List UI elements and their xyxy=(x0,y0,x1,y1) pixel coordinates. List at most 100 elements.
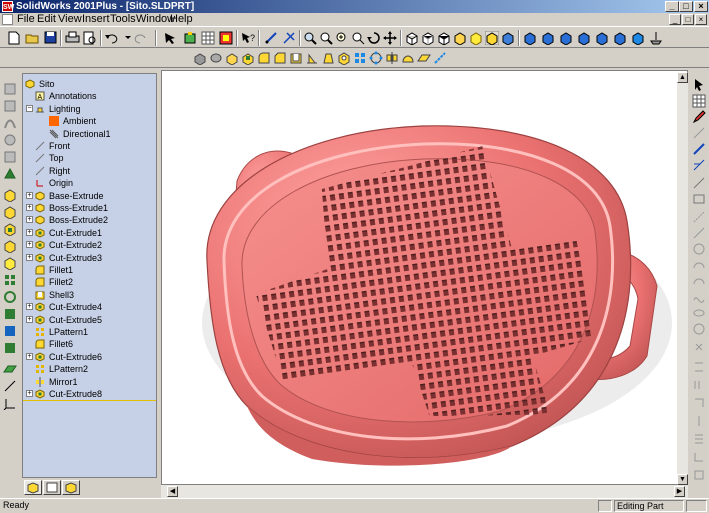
sketch-pencil-icon[interactable] xyxy=(692,110,706,124)
tree-item-lighting[interactable]: − Lighting xyxy=(23,103,156,115)
front-view-icon[interactable] xyxy=(522,30,538,45)
circular-step-icon[interactable] xyxy=(692,450,706,464)
expand-icon[interactable]: + xyxy=(26,315,33,323)
scroll-down-button[interactable]: ▼ xyxy=(677,474,688,485)
tree-item-cut-extrude8[interactable]: + Cut-Extrude8 xyxy=(23,388,156,400)
tree-item-cut-extrude6[interactable]: + Cut-Extrude6 xyxy=(23,351,156,363)
extend-icon[interactable] xyxy=(692,378,706,392)
line-sketch-icon[interactable] xyxy=(692,226,706,240)
part-model-sieve[interactable] xyxy=(162,71,688,485)
graphics-area[interactable] xyxy=(161,70,688,485)
display-relations-icon[interactable] xyxy=(692,158,706,172)
circular-pattern-feature-icon[interactable] xyxy=(3,290,17,304)
hidden-lines-removed-icon[interactable] xyxy=(436,30,452,45)
back-view-icon[interactable] xyxy=(540,30,556,45)
shaded-icon[interactable] xyxy=(468,30,484,45)
cut-feature-icon[interactable] xyxy=(3,222,17,237)
ellipse-icon[interactable] xyxy=(692,306,706,320)
zoom-selection-icon[interactable] xyxy=(350,30,366,45)
plane-feature-icon[interactable] xyxy=(3,362,17,376)
expand-icon[interactable]: + xyxy=(26,191,33,199)
spline-icon[interactable] xyxy=(692,290,706,304)
tree-item-fillet1[interactable]: Fillet1 xyxy=(23,264,156,276)
revolve-feature-icon[interactable] xyxy=(3,205,17,220)
grid-sketch-icon[interactable] xyxy=(692,94,706,108)
isometric-view-icon[interactable] xyxy=(630,30,646,45)
polygon-icon[interactable] xyxy=(692,322,706,336)
smart-dim-icon[interactable] xyxy=(692,126,706,140)
minimize-button[interactable]: _ xyxy=(665,1,679,12)
fillet-feature-icon[interactable] xyxy=(3,239,17,254)
fillet-icon[interactable] xyxy=(256,50,272,65)
solidworks-app-icon[interactable]: SW xyxy=(2,1,14,12)
draft-icon[interactable] xyxy=(320,50,336,65)
extruded-boss-icon[interactable] xyxy=(192,50,208,65)
sketch-icon[interactable] xyxy=(263,30,279,45)
expand-icon[interactable]: + xyxy=(26,228,33,236)
offset-icon[interactable] xyxy=(692,396,706,410)
vertical-scrollbar[interactable]: ▲ ▼ xyxy=(677,72,688,485)
tree-item-base-extrude[interactable]: + Base-Extrude xyxy=(23,190,156,202)
zoom-to-fit-icon[interactable] xyxy=(302,30,318,45)
normal-to-icon[interactable] xyxy=(648,30,664,45)
tab-property-manager[interactable] xyxy=(43,480,61,495)
insert-part-icon[interactable] xyxy=(3,167,17,181)
tree-item-front[interactable]: Front xyxy=(23,140,156,152)
rib-icon[interactable] xyxy=(304,50,320,65)
tree-item-boss-extrude1[interactable]: + Boss-Extrude1 xyxy=(23,202,156,214)
zoom-in-out-icon[interactable] xyxy=(334,30,350,45)
hidden-lines-gray-icon[interactable] xyxy=(420,30,436,45)
rebuild-icon[interactable] xyxy=(182,30,198,45)
trim-icon[interactable] xyxy=(692,360,706,374)
tree-item-top[interactable]: Top xyxy=(23,152,156,164)
open-folder-icon[interactable] xyxy=(24,30,40,45)
wireframe-icon[interactable] xyxy=(404,30,420,45)
expand-icon[interactable]: + xyxy=(26,216,33,224)
circular-pattern-icon[interactable] xyxy=(368,50,384,65)
shell-icon[interactable] xyxy=(288,50,304,65)
document-icon[interactable] xyxy=(2,14,13,25)
options-icon[interactable] xyxy=(218,30,234,45)
rollback-bar[interactable] xyxy=(23,400,156,402)
help-pointer-icon[interactable]: ? xyxy=(240,30,256,45)
undo-icon[interactable] xyxy=(104,30,120,45)
tab-feature-manager[interactable] xyxy=(24,480,42,495)
menu-edit[interactable]: Edit xyxy=(37,13,56,26)
construction-geometry-icon[interactable] xyxy=(692,468,706,482)
maximize-button[interactable]: □ xyxy=(679,1,693,12)
tab-configuration-manager[interactable] xyxy=(62,480,80,495)
menu-help[interactable]: Help xyxy=(170,13,193,26)
redo-icon[interactable] xyxy=(132,30,148,45)
tree-item-boss-extrude2[interactable]: + Boss-Extrude2 xyxy=(23,214,156,226)
hole-wizard-icon[interactable] xyxy=(336,50,352,65)
axis-feature-icon[interactable] xyxy=(3,379,17,393)
tree-item-cut-extrude4[interactable]: + Cut-Extrude4 xyxy=(23,301,156,313)
pattern-feature-icon[interactable] xyxy=(3,273,17,287)
smart-dimension-icon[interactable] xyxy=(281,30,297,45)
tree-item-cut-extrude3[interactable]: + Cut-Extrude3 xyxy=(23,252,156,264)
print-icon[interactable] xyxy=(64,30,80,45)
tangent-arc-icon[interactable] xyxy=(692,274,706,288)
extruded-cut-icon[interactable] xyxy=(224,50,240,65)
centerline-icon[interactable] xyxy=(692,210,706,224)
linear-pattern-icon[interactable] xyxy=(352,50,368,65)
tree-item-annotations[interactable]: A Annotations xyxy=(23,90,156,102)
tree-item-lpattern1[interactable]: LPattern1 xyxy=(23,326,156,338)
right-view-icon[interactable] xyxy=(576,30,592,45)
mirror-all-icon[interactable] xyxy=(3,307,17,321)
shaded-edges-icon[interactable] xyxy=(452,30,468,45)
tree-item-lpattern2[interactable]: LPattern2 xyxy=(23,363,156,375)
select-arrow-icon[interactable] xyxy=(692,78,706,92)
scroll-up-button[interactable]: ▲ xyxy=(677,72,688,83)
linear-step-icon[interactable] xyxy=(692,432,706,446)
tree-item-cut-extrude5[interactable]: + Cut-Extrude5 xyxy=(23,314,156,326)
coordinate-system-icon[interactable] xyxy=(3,396,17,411)
extrude-feature-icon[interactable] xyxy=(3,188,17,203)
tree-item-sito[interactable]: Sito xyxy=(23,78,156,90)
zoom-area-icon[interactable] xyxy=(318,30,334,45)
top-view-icon[interactable] xyxy=(594,30,610,45)
loft-icon[interactable] xyxy=(3,133,17,147)
shaded-active-icon[interactable] xyxy=(484,30,500,45)
close-button[interactable]: × xyxy=(694,1,708,12)
expand-icon[interactable]: + xyxy=(26,253,33,261)
